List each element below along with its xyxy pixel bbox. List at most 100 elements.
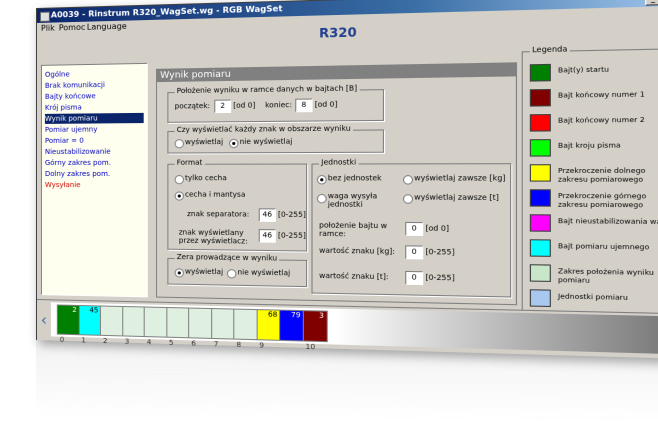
- byte-cell[interactable]: 6: [188, 307, 213, 348]
- show-all-group: Czy wyświetlać każdy znak w obszarze wyn…: [167, 124, 384, 154]
- nav-item-sending[interactable]: Wysyłanie: [45, 180, 144, 190]
- legend-swatch: [529, 139, 551, 157]
- byte-position-input[interactable]: 0: [405, 221, 424, 236]
- legend-item: Bajt(y) startu: [529, 60, 658, 82]
- separator-range: [0-255]: [277, 210, 306, 220]
- menu-language[interactable]: Language: [87, 22, 127, 32]
- byte-index: 5: [168, 338, 174, 348]
- mantissa-only-radio[interactable]: [174, 175, 184, 185]
- device-title: R320: [319, 25, 357, 41]
- byte-cell[interactable]: 3: [121, 305, 146, 346]
- display-char-label: znak wyświetlany przez wyświetlacz:: [178, 228, 248, 246]
- byte-index: 8: [236, 340, 242, 350]
- byte-cell[interactable]: 79: [279, 309, 304, 342]
- nav-item-no-communication[interactable]: Brak komunikacji: [45, 79, 144, 91]
- show-all-yes-radio[interactable]: [174, 139, 184, 149]
- legend-swatch: [529, 239, 551, 257]
- nav-item-zero-measurement[interactable]: Pomiar = 0: [45, 135, 144, 146]
- mantissa-fraction-radio[interactable]: [174, 191, 184, 201]
- byte-cell[interactable]: 7: [210, 307, 235, 348]
- leading-zeros-no-label: nie wyświetlaj: [237, 268, 291, 278]
- menu-file[interactable]: Plik: [41, 24, 55, 33]
- byte-cell[interactable]: 2: [99, 305, 124, 345]
- nav-item-measurement-result[interactable]: Wynik pomiaru: [44, 112, 144, 124]
- legend-label: Przekroczenie górnego zakresu pomiaroweg…: [557, 191, 647, 210]
- position-group: Położenie wyniku w ramce danych w bajtac…: [167, 84, 384, 123]
- kg-char-label: wartość znaku [kg]:: [319, 246, 395, 256]
- legend-item: Przekroczenie górnego zakresu pomiaroweg…: [529, 188, 658, 210]
- legend-label: Zakres położenia wyniku pomiaru: [557, 266, 654, 285]
- no-unit-radio[interactable]: [316, 175, 327, 185]
- settings-nav: Ogólne Brak komunikacji Bajty końcowe Kr…: [40, 62, 148, 298]
- byte-cell[interactable]: 68 9: [256, 309, 281, 350]
- nav-item-end-bytes[interactable]: Bajty końcowe: [45, 90, 144, 101]
- byte-position-range: [od 0]: [425, 224, 450, 233]
- legend-label: Jednostki pomiaru: [557, 291, 628, 303]
- byte-position-label: położenie bajtu w ramce:: [319, 221, 388, 239]
- legend-swatch: [529, 164, 551, 182]
- nav-item-negative-measurement[interactable]: Pomiar ujemny: [45, 124, 144, 135]
- menu-help[interactable]: Pomoc: [59, 23, 86, 33]
- byte-index: 10: [305, 342, 316, 352]
- byte-index: 2: [102, 336, 108, 346]
- format-title: Format: [174, 158, 205, 167]
- format-group: Format tylko cecha cecha i mantysa znak …: [167, 158, 308, 252]
- byte-index: 3: [124, 337, 130, 346]
- byte-cell[interactable]: 5: [165, 306, 190, 347]
- byte-cell[interactable]: 8: [233, 308, 258, 349]
- display-char-input[interactable]: 46: [258, 229, 276, 243]
- byte-cell[interactable]: 45 1: [78, 304, 102, 344]
- legend-swatch: [529, 264, 551, 282]
- byte-index: 9: [259, 341, 265, 350]
- byte-value: 68: [267, 310, 278, 319]
- byte-index: 0: [59, 335, 65, 344]
- legend-label: Bajt pomiaru ujemnego: [557, 241, 650, 252]
- t-char-label: wartość znaku [t]:: [319, 271, 389, 282]
- weight-unit-radio[interactable]: [316, 193, 327, 204]
- units-group: Jednostki bez jednostek wyświetlaj zawsz…: [311, 158, 512, 298]
- legend-item: Bajt pomiaru ujemnego: [529, 238, 658, 257]
- nav-item-font[interactable]: Krój pisma: [45, 102, 144, 113]
- show-all-title: Czy wyświetlać każdy znak w obszarze wyn…: [174, 124, 353, 135]
- byte-cell[interactable]: 3 10: [302, 310, 328, 351]
- leading-zeros-yes-radio[interactable]: [174, 268, 184, 278]
- minimize-button[interactable]: _: [645, 0, 658, 6]
- start-input[interactable]: 2: [214, 99, 232, 114]
- legend-title: Legenda: [529, 44, 570, 55]
- t-char-input[interactable]: 0: [405, 270, 424, 286]
- nav-item-unstable[interactable]: Nieustabilizowanie: [45, 146, 144, 156]
- legend-label: Bajt(y) startu: [557, 65, 610, 75]
- byte-value: 3: [319, 311, 324, 321]
- show-all-no-radio[interactable]: [229, 138, 239, 149]
- legend-swatch: [529, 114, 551, 132]
- legend-swatch: [529, 189, 551, 207]
- nav-item-lower-range[interactable]: Dolny zakres pom.: [45, 169, 144, 179]
- always-kg-radio[interactable]: [402, 175, 414, 185]
- byte-value: 79: [290, 310, 301, 320]
- byte-cell[interactable]: 4: [143, 306, 168, 346]
- no-unit-label: bez jednostek: [327, 174, 382, 183]
- t-char-range: [0-255]: [425, 273, 455, 283]
- separator-label: znak separatora:: [187, 209, 250, 219]
- leading-zeros-no-radio[interactable]: [226, 269, 237, 279]
- byte-cell[interactable]: 20: [56, 304, 80, 344]
- panel-header: Wynik pomiaru: [157, 63, 516, 83]
- byte-value: 2: [72, 305, 77, 314]
- legend-label: Bajt końcowy numer 2: [557, 115, 645, 125]
- leading-zeros-yes-label: wyświetlaj: [184, 267, 224, 277]
- app-icon: [39, 11, 50, 22]
- legend-swatch: [529, 289, 551, 308]
- always-kg-label: wyświetlaj zawsze [kg]: [414, 174, 506, 183]
- end-input[interactable]: 8: [295, 98, 313, 113]
- always-t-radio[interactable]: [402, 194, 414, 204]
- mantissa-fraction-label: cecha i mantysa: [184, 190, 246, 199]
- kg-char-input[interactable]: 0: [405, 245, 424, 260]
- byte-index: 7: [213, 340, 219, 349]
- legend-label: Przekroczenie dolnego zakresu pomiaroweg…: [557, 166, 646, 184]
- always-t-label: wyświetlaj zawsze [t]: [414, 193, 499, 203]
- scroll-left-arrow-icon[interactable]: ‹: [39, 308, 49, 332]
- separator-input[interactable]: 46: [258, 208, 276, 222]
- nav-item-upper-range[interactable]: Górny zakres pom.: [45, 158, 144, 168]
- nav-item-general[interactable]: Ogólne: [45, 68, 144, 80]
- end-range: [od 0]: [314, 100, 338, 109]
